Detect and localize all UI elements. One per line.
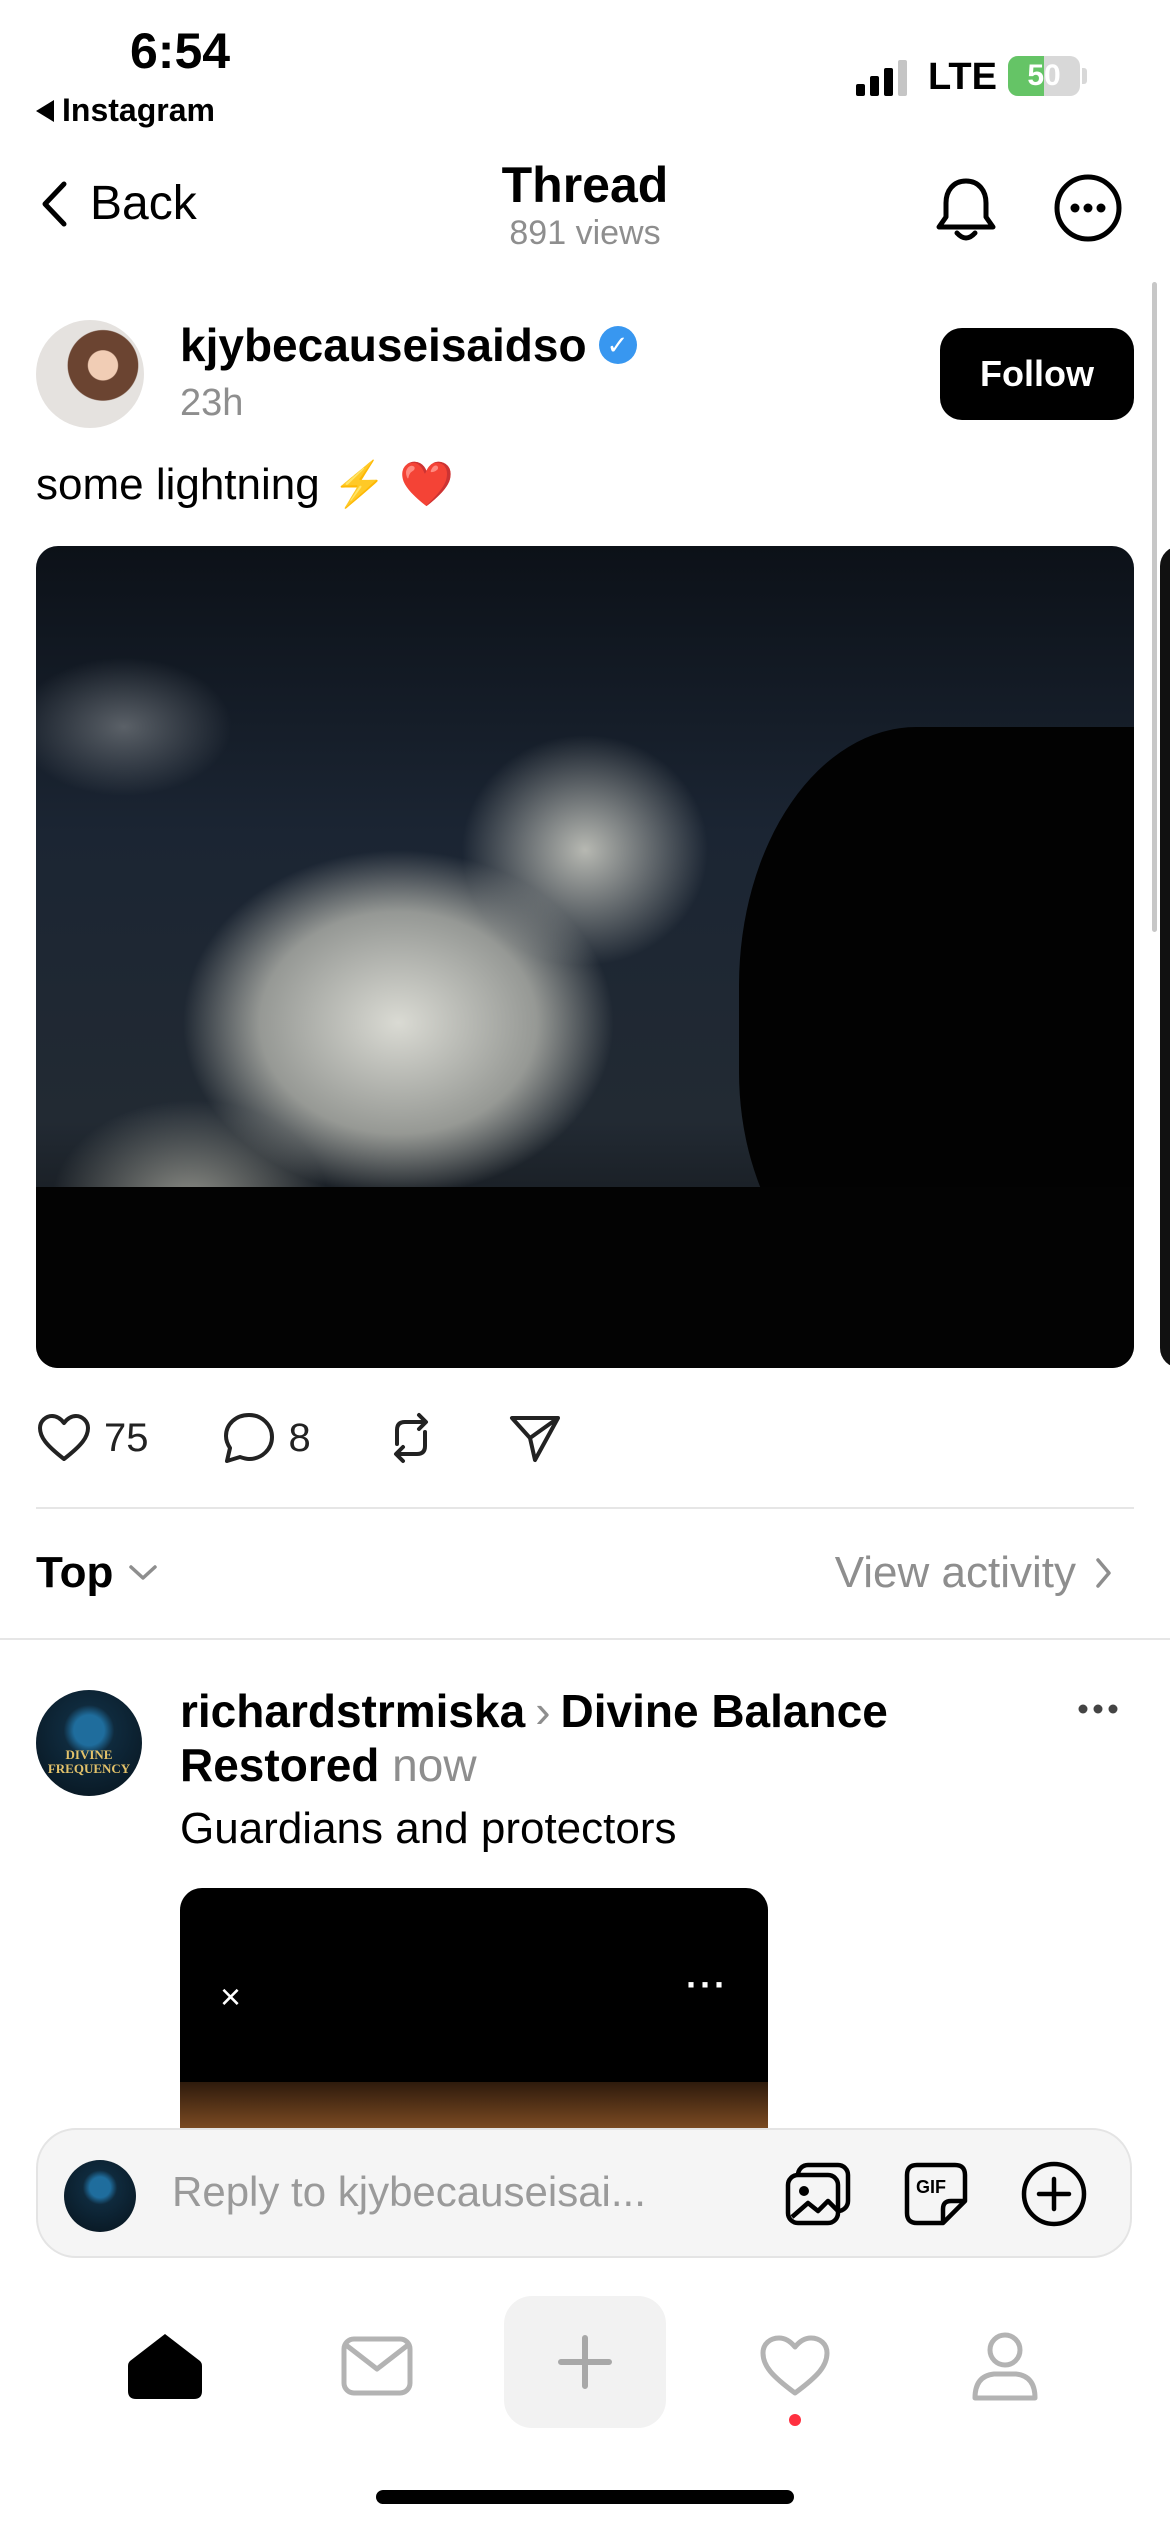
follow-button[interactable]: Follow (940, 328, 1134, 420)
gif-button[interactable]: GIF (900, 2158, 972, 2230)
home-indicator[interactable] (376, 2490, 794, 2504)
back-to-app-link[interactable]: Instagram (36, 92, 215, 129)
tab-create[interactable] (504, 2296, 666, 2428)
photo-gallery-icon (785, 2162, 851, 2226)
chevron-right-icon (1096, 1558, 1111, 1588)
like-count: 75 (104, 1415, 149, 1460)
tab-profile[interactable] (950, 2320, 1060, 2412)
plus-circle-icon (1021, 2161, 1087, 2227)
heart-icon (38, 1414, 90, 1461)
network-type: LTE (928, 56, 997, 98)
reply-context-cont[interactable]: Restored (180, 1739, 379, 1791)
status-time: 6:54 (130, 23, 231, 79)
section-divider (36, 1507, 1134, 1509)
post-text: some lightning ⚡️ ❤️ (36, 460, 454, 509)
composer-avatar (64, 2160, 136, 2232)
repost-icon (393, 1413, 428, 1463)
profile-icon (972, 2332, 1038, 2401)
comment-button[interactable]: 8 (221, 1410, 311, 1466)
comment-icon (223, 1413, 274, 1463)
next-photo-peek[interactable] (1160, 546, 1170, 1368)
back-triangle-icon (36, 99, 54, 122)
tab-activity[interactable] (740, 2320, 850, 2412)
more-options-button[interactable] (1050, 170, 1126, 246)
inbox-icon (341, 2336, 413, 2396)
add-button[interactable] (1018, 2158, 1090, 2230)
back-app-label: Instagram (62, 92, 215, 128)
ellipsis-icon (1078, 1704, 1118, 1714)
reply-divider (0, 1638, 1170, 1640)
reply-more-button[interactable] (1076, 1702, 1120, 1721)
activity-badge (789, 2414, 801, 2426)
verified-badge-icon: ✓ (598, 326, 637, 364)
author-name: kjybecauseisaidso (180, 319, 587, 371)
scroll-indicator[interactable] (1152, 282, 1157, 932)
home-icon (128, 2334, 202, 2399)
cellular-signal-icon (856, 60, 907, 96)
gif-label: GIF (916, 2177, 946, 2197)
battery-cap (1082, 68, 1087, 84)
notifications-button[interactable] (928, 172, 1004, 248)
view-activity-label: View activity (834, 1548, 1076, 1597)
comment-count: 8 (288, 1415, 311, 1460)
attach-photo-button[interactable] (782, 2158, 854, 2230)
tab-home[interactable] (110, 2320, 220, 2412)
battery-level: 50 (1027, 59, 1061, 92)
gif-sticker-icon: GIF (904, 2162, 968, 2226)
chevron-right-icon: › (535, 1685, 551, 1737)
more-circle-icon (1054, 174, 1122, 242)
create-plus-icon (558, 2335, 612, 2389)
author-username[interactable]: kjybecauseisaidso ✓ (180, 318, 637, 372)
reply-avatar[interactable]: DIVINE FREQUENCY (36, 1690, 142, 1796)
heart-icon (760, 2335, 830, 2396)
repost-button[interactable] (383, 1410, 439, 1466)
reply-context[interactable]: Divine Balance (561, 1685, 888, 1737)
reply-video[interactable]: × ··· (180, 1888, 768, 2128)
post-photo[interactable] (36, 546, 1134, 1368)
reply-avatar-text: DIVINE FREQUENCY (47, 1747, 131, 1776)
battery-icon: 50 (1008, 56, 1080, 96)
reply-input[interactable] (172, 2168, 732, 2216)
video-close-icon[interactable]: × (220, 1976, 241, 2018)
video-more-icon[interactable]: ··· (686, 1964, 728, 2006)
send-icon (509, 1416, 560, 1462)
view-activity-link[interactable]: View activity (835, 1548, 1114, 1598)
like-button[interactable]: 75 (36, 1412, 149, 1464)
sort-label: Top (36, 1548, 114, 1597)
post-timestamp: 23h (180, 382, 244, 424)
reply-username[interactable]: richardstrmiska (180, 1685, 525, 1737)
reply-header: richardstrmiska › Divine Balance Restored … (180, 1684, 980, 1792)
post-actions: 75 8 (36, 1410, 563, 1466)
sort-dropdown[interactable]: Top (36, 1548, 159, 1598)
reply-text: Guardians and protectors (180, 1804, 677, 1853)
chevron-down-icon (129, 1565, 158, 1580)
reply-timestamp: now (392, 1739, 477, 1791)
share-button[interactable] (507, 1410, 563, 1466)
tab-inbox[interactable] (322, 2320, 432, 2412)
author-avatar[interactable] (36, 320, 144, 428)
bell-icon (936, 178, 996, 241)
